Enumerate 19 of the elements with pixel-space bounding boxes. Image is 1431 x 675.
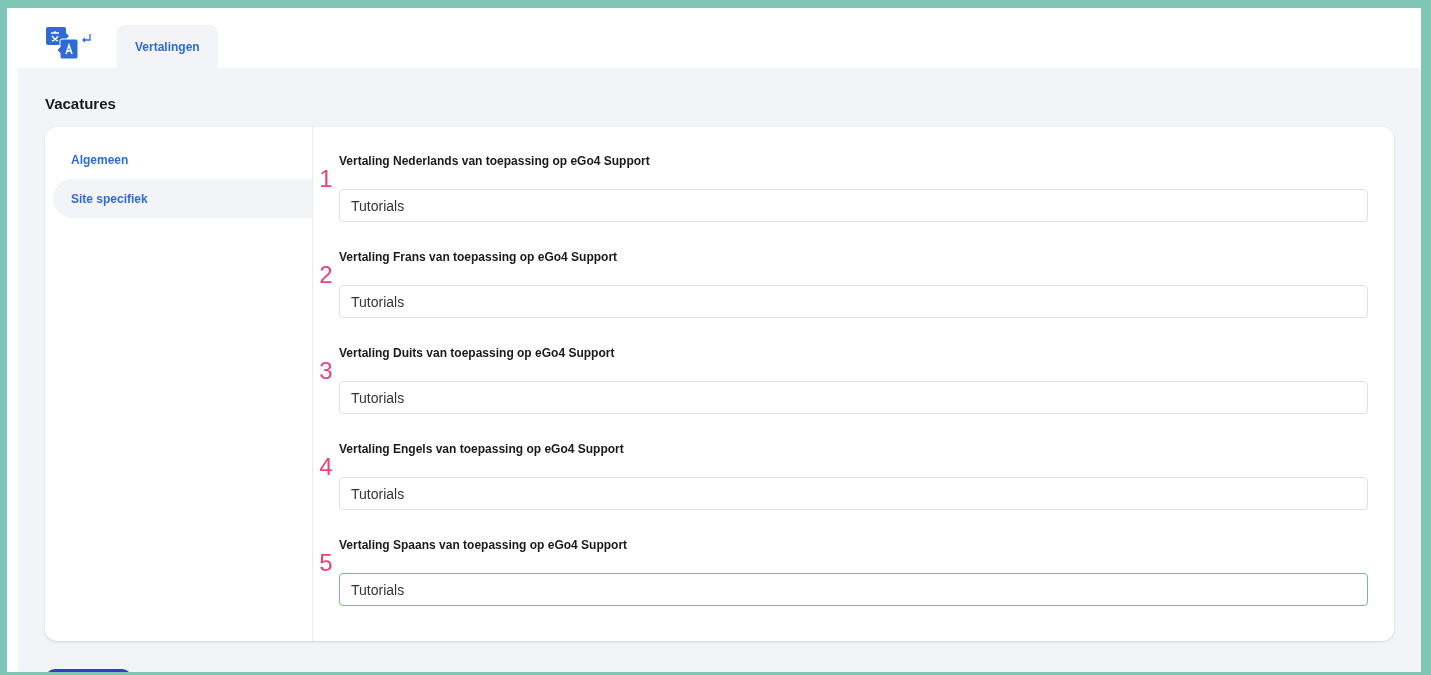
field-label: Vertaling Spaans van toepassing op eGo4 Support — [339, 537, 629, 553]
input-field[interactable]: Tutorials — [339, 381, 1368, 414]
annotation-number: 4 — [319, 453, 333, 482]
input-field[interactable]: Tutorials — [339, 477, 1368, 510]
field-label: Vertaling Duits van toepassing op eGo4 Support — [339, 345, 616, 361]
annotation-number: 3 — [319, 357, 333, 386]
tab[interactable]: Vertalingen — [117, 25, 218, 68]
annotation-number: 5 — [319, 549, 333, 578]
page-title: Vacatures — [45, 94, 117, 114]
translate-icon — [45, 27, 93, 61]
field-label: Vertaling Frans van toepassing op eGo4 Support — [339, 249, 619, 265]
field-label: Vertaling Engels van toepassing op eGo4 Support — [339, 441, 625, 457]
annotation-number: 1 — [319, 165, 333, 194]
input-field[interactable]: Tutorials — [339, 285, 1368, 318]
sidebar-item[interactable]: Site specifiek — [53, 179, 312, 218]
input-field[interactable]: Tutorials — [339, 189, 1368, 222]
field-label: Vertaling Nederlands van toepassing op eGo4 Support — [339, 153, 651, 169]
input-field[interactable]: Tutorials — [339, 573, 1368, 606]
annotation-number: 2 — [319, 261, 333, 290]
